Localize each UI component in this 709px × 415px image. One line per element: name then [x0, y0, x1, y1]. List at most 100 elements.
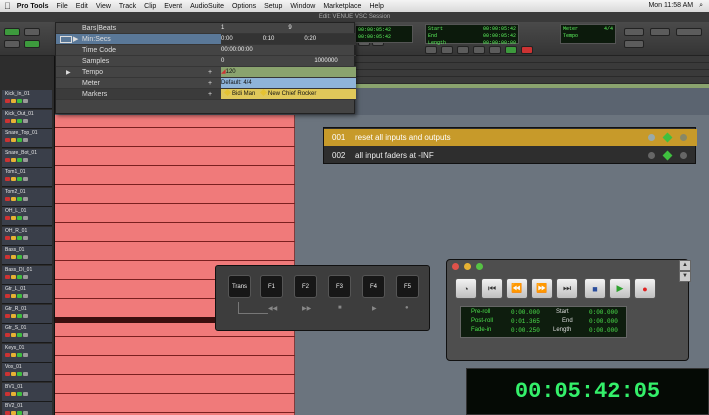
- solo-icon[interactable]: [11, 118, 16, 123]
- apple-icon[interactable]: : [4, 1, 11, 11]
- post-roll-value[interactable]: 0:01.365: [511, 318, 540, 325]
- mute-icon[interactable]: [17, 196, 22, 201]
- track-name[interactable]: Gtr_R_01: [5, 306, 27, 312]
- meter-tempo-counter[interactable]: Meter 4/4 Tempo: [560, 24, 616, 44]
- end-value[interactable]: 00:00:05:42: [483, 33, 516, 40]
- ruler-row-tempo[interactable]: ▶ Tempo + ◢120: [56, 67, 356, 78]
- track-name[interactable]: Kick_In_01: [5, 91, 30, 97]
- f2-key[interactable]: F2: [294, 275, 317, 298]
- mute-icon[interactable]: [17, 411, 22, 415]
- record-enable-icon[interactable]: [5, 274, 10, 279]
- pre-roll-value[interactable]: 0:00.000: [511, 309, 540, 316]
- trans-key[interactable]: Trans: [228, 275, 251, 298]
- record-enable-icon[interactable]: [5, 99, 10, 103]
- transport-rtz-button[interactable]: [425, 46, 437, 54]
- solo-icon[interactable]: [11, 157, 16, 162]
- transport-ff-button[interactable]: [457, 46, 469, 54]
- start-value[interactable]: 0:00.000: [589, 309, 618, 316]
- input-monitor-icon[interactable]: [23, 333, 28, 337]
- minimize-icon[interactable]: [464, 263, 471, 270]
- globe-icon[interactable]: [648, 152, 655, 159]
- track-name[interactable]: Kick_Out_01: [5, 111, 34, 117]
- solo-icon[interactable]: [11, 138, 16, 142]
- record-enable-icon[interactable]: [5, 196, 10, 201]
- track-name[interactable]: Gtr_S_01: [5, 325, 26, 331]
- input-monitor-icon[interactable]: [23, 216, 28, 220]
- solo-icon[interactable]: [11, 235, 16, 240]
- transport-rew-button[interactable]: [441, 46, 453, 54]
- track-header[interactable]: Kick_Out_01: [2, 109, 52, 129]
- mute-icon[interactable]: [17, 255, 22, 259]
- globe-icon[interactable]: [648, 134, 655, 141]
- input-monitor-icon[interactable]: [23, 352, 28, 357]
- ruler-row-min-secs[interactable]: ▶ Min:Secs 0:00 0:10 0:20: [56, 34, 356, 45]
- record-enable-icon[interactable]: [5, 138, 10, 142]
- app-menu[interactable]: Pro Tools: [17, 3, 49, 10]
- input-monitor-icon[interactable]: [23, 99, 28, 103]
- menu-edit[interactable]: Edit: [76, 3, 88, 10]
- solo-icon[interactable]: [11, 352, 16, 357]
- go-to-end-button[interactable]: ⏭: [556, 278, 578, 299]
- transport-end-button[interactable]: [473, 46, 485, 54]
- track-name[interactable]: Tom2_01: [5, 189, 26, 195]
- record-enable-icon[interactable]: [5, 177, 10, 181]
- mute-icon[interactable]: [17, 274, 22, 279]
- add-tempo-icon[interactable]: +: [208, 69, 212, 76]
- stop-button[interactable]: ■: [584, 278, 606, 299]
- menu-audiosuite[interactable]: AudioSuite: [190, 3, 224, 10]
- ruler-row-samples[interactable]: Samples 0 1000000: [56, 56, 356, 67]
- record-enable-icon[interactable]: [5, 255, 10, 259]
- transport-record-button[interactable]: [521, 46, 533, 54]
- nudge-value-button[interactable]: [624, 40, 644, 48]
- ruler-row-markers[interactable]: Markers + Bidi Man New Chief Rocker: [56, 88, 356, 100]
- record-enable-icon[interactable]: [5, 313, 10, 318]
- solo-icon[interactable]: [11, 274, 16, 279]
- track-name[interactable]: Snare_Bot_01: [5, 150, 37, 156]
- edit-mode-button[interactable]: [4, 28, 20, 36]
- transport-stop-button[interactable]: [489, 46, 501, 54]
- menu-file[interactable]: File: [57, 3, 68, 10]
- timeline-rulers[interactable]: [355, 56, 709, 88]
- meter-value[interactable]: 4/4: [604, 26, 613, 33]
- play-button[interactable]: ▶: [609, 278, 631, 299]
- close-icon[interactable]: [452, 263, 459, 270]
- fast-forward-button[interactable]: ⏩: [531, 278, 553, 299]
- track-header[interactable]: Snare_Top_01: [2, 129, 52, 148]
- online-button[interactable]: ◔: [455, 278, 477, 299]
- transport-play-button[interactable]: [505, 46, 517, 54]
- record-enable-icon[interactable]: [5, 118, 10, 123]
- record-enable-icon[interactable]: [5, 372, 10, 376]
- track-name[interactable]: Keys_01: [5, 345, 24, 351]
- solo-icon[interactable]: [11, 333, 16, 337]
- track-name[interactable]: Gtr_L_01: [5, 286, 26, 292]
- track-header[interactable]: Gtr_L_01: [2, 285, 52, 304]
- track-name[interactable]: BV2_01: [5, 403, 23, 409]
- track-name[interactable]: BV1_01: [5, 384, 23, 390]
- input-monitor-icon[interactable]: [23, 391, 28, 396]
- menu-marketplace[interactable]: Marketplace: [323, 3, 361, 10]
- return-to-zero-button[interactable]: ⏮: [481, 278, 503, 299]
- track-name[interactable]: Vox_01: [5, 364, 22, 370]
- track-header[interactable]: Keys_01: [2, 343, 52, 363]
- track-header[interactable]: Bass_DI_01: [2, 265, 52, 285]
- mute-icon[interactable]: [17, 216, 22, 220]
- memory-button[interactable]: [650, 28, 670, 36]
- f4-key[interactable]: F4: [362, 275, 385, 298]
- track-name[interactable]: Bass_DI_01: [5, 267, 32, 273]
- input-monitor-icon[interactable]: [23, 235, 28, 240]
- record-button[interactable]: ●: [634, 278, 656, 299]
- grid-value-button[interactable]: [624, 28, 644, 36]
- fade-in-value[interactable]: 0:00.250: [511, 327, 540, 334]
- mute-icon[interactable]: [17, 391, 22, 396]
- end-value[interactable]: 0:00.000: [589, 318, 618, 325]
- input-monitor-icon[interactable]: [23, 118, 28, 123]
- ruler-row-meter[interactable]: Meter + Default: 4/4: [56, 78, 356, 89]
- record-enable-icon[interactable]: [5, 411, 10, 415]
- grid-button[interactable]: [24, 40, 40, 48]
- mute-icon[interactable]: [17, 118, 22, 123]
- solo-icon[interactable]: [11, 255, 16, 259]
- f1-key[interactable]: F1: [260, 275, 283, 298]
- menu-clip[interactable]: Clip: [144, 3, 156, 10]
- menu-help[interactable]: Help: [369, 3, 383, 10]
- solo-icon[interactable]: [11, 313, 16, 318]
